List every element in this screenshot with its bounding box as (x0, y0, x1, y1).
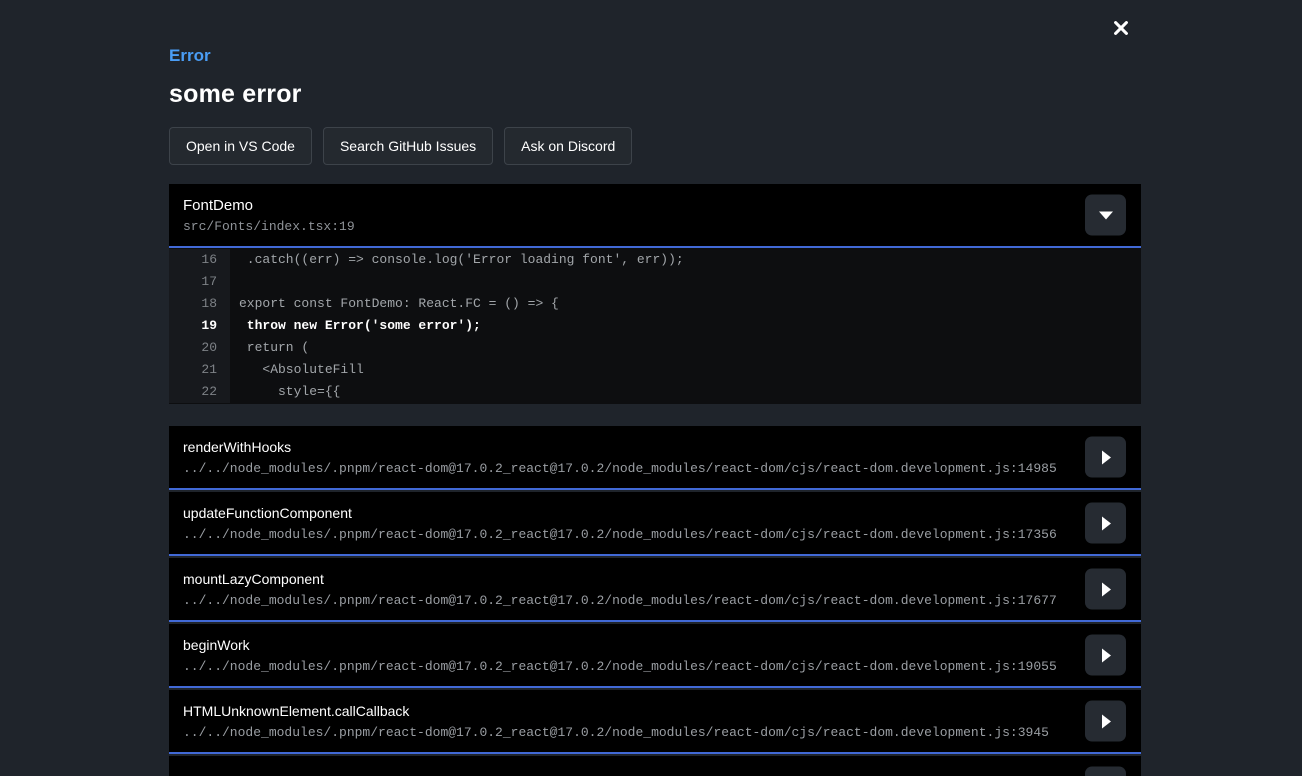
action-buttons: Open in VS Code Search GitHub Issues Ask o… (169, 127, 1141, 165)
frame-location: src/Fonts/index.tsx:19 (183, 219, 1127, 234)
stack-frame-name: HTMLUnknownElement.callCallback (183, 703, 1071, 719)
stack-frame-name: updateFunctionComponent (183, 505, 1071, 521)
line-number: 22 (169, 381, 230, 403)
frame-function-name: FontDemo (183, 197, 1127, 214)
line-number: 17 (169, 271, 230, 293)
code-frame-header[interactable]: FontDemo src/Fonts/index.tsx:19 (169, 184, 1141, 248)
play-icon (1102, 582, 1111, 596)
expand-frame-button[interactable] (1085, 767, 1126, 776)
line-code: throw new Error('some error'); (230, 315, 481, 337)
line-number: 19 (169, 315, 230, 337)
stack-frame: mountLazyComponent ../../node_modules/.p… (169, 558, 1141, 622)
line-code (230, 271, 239, 293)
expand-frame-button[interactable] (1085, 569, 1126, 610)
error-type-label: Error (169, 46, 1141, 66)
stack-frame-path: ../../node_modules/.pnpm/react-dom@17.0.… (183, 461, 1071, 476)
stack-frame-path: ../../node_modules/.pnpm/react-dom@17.0.… (183, 593, 1071, 608)
play-icon (1102, 450, 1111, 464)
collapse-frame-button[interactable] (1085, 195, 1126, 236)
stack-frame-text: updateFunctionComponent ../../node_modul… (183, 505, 1071, 542)
line-code: <AbsoluteFill (230, 359, 364, 381)
code-line: 21 <AbsoluteFill (169, 359, 1141, 381)
code-frame-header-text: FontDemo src/Fonts/index.tsx:19 (183, 197, 1127, 234)
error-message: some error (169, 80, 1141, 109)
play-icon (1102, 648, 1111, 662)
line-number: 18 (169, 293, 230, 315)
code-line: 22 style={{ (169, 381, 1141, 403)
stack-frame: beginWork ../../node_modules/.pnpm/react… (169, 624, 1141, 688)
play-icon (1102, 516, 1111, 530)
line-code: return ( (230, 337, 309, 359)
line-number: 21 (169, 359, 230, 381)
line-code: export const FontDemo: React.FC = () => … (230, 293, 559, 315)
stack-frame: HTMLUnknownElement.callCallback ../../no… (169, 690, 1141, 754)
code-line: 18 export const FontDemo: React.FC = () … (169, 293, 1141, 315)
line-number: 20 (169, 337, 230, 359)
stack-frame-name: beginWork (183, 637, 1071, 653)
stack-frame: updateFunctionComponent ../../node_modul… (169, 492, 1141, 556)
code-snippet: 16 .catch((err) => console.log('Error lo… (169, 248, 1141, 404)
expand-frame-button[interactable] (1085, 503, 1126, 544)
stack-frame-path: ../../node_modules/.pnpm/react-dom@17.0.… (183, 659, 1071, 674)
stack-frame-path: ../../node_modules/.pnpm/react-dom@17.0.… (183, 527, 1071, 542)
expand-frame-button[interactable] (1085, 437, 1126, 478)
stack-frame (169, 756, 1141, 776)
code-frame: FontDemo src/Fonts/index.tsx:19 16 .catc… (169, 184, 1141, 404)
play-icon (1102, 714, 1111, 728)
stack-frame-text: renderWithHooks ../../node_modules/.pnpm… (183, 439, 1071, 476)
stack-frame-text: mountLazyComponent ../../node_modules/.p… (183, 571, 1071, 608)
stack-frame-path: ../../node_modules/.pnpm/react-dom@17.0.… (183, 725, 1071, 740)
close-button[interactable] (1105, 12, 1137, 44)
code-line: 19 throw new Error('some error'); (169, 315, 1141, 337)
line-code: .catch((err) => console.log('Error loadi… (230, 249, 684, 271)
stack-frame: renderWithHooks ../../node_modules/.pnpm… (169, 426, 1141, 490)
expand-frame-button[interactable] (1085, 701, 1126, 742)
line-number: 16 (169, 249, 230, 271)
code-line: 20 return ( (169, 337, 1141, 359)
action-button[interactable]: Ask on Discord (504, 127, 632, 165)
stack-frame-text: HTMLUnknownElement.callCallback ../../no… (183, 703, 1071, 740)
stack-trace: renderWithHooks ../../node_modules/.pnpm… (169, 426, 1141, 776)
stack-frame-name: mountLazyComponent (183, 571, 1071, 587)
chevron-down-icon (1099, 211, 1113, 219)
stack-frame-name: renderWithHooks (183, 439, 1071, 455)
close-icon (1112, 19, 1130, 37)
stack-frame-text: beginWork ../../node_modules/.pnpm/react… (183, 637, 1071, 674)
code-line: 16 .catch((err) => console.log('Error lo… (169, 249, 1141, 271)
code-line: 17 (169, 271, 1141, 293)
expand-frame-button[interactable] (1085, 635, 1126, 676)
error-overlay: Error some error Open in VS Code Search G… (169, 0, 1141, 776)
action-button[interactable]: Search GitHub Issues (323, 127, 493, 165)
action-button[interactable]: Open in VS Code (169, 127, 312, 165)
line-code: style={{ (230, 381, 340, 403)
